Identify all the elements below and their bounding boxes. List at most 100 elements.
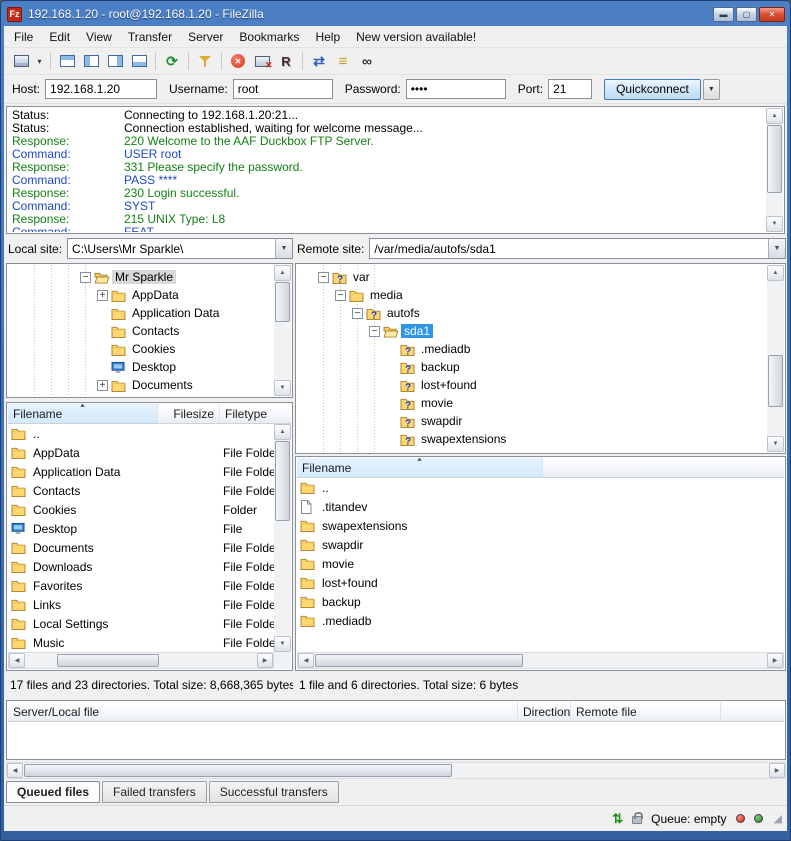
scrollbar-thumb[interactable] [57, 654, 159, 667]
host-input[interactable] [45, 79, 157, 99]
scrollbar-thumb[interactable] [768, 355, 783, 407]
quickconnect-dropdown-button[interactable]: ▼ [703, 79, 720, 100]
reconnect-icon[interactable] [274, 50, 298, 73]
file-row-mediadb[interactable]: .mediadb [297, 611, 784, 630]
file-row-lost-found[interactable]: lost+found [297, 573, 784, 592]
synchronized-browsing-icon[interactable] [331, 50, 355, 73]
local-tree-scrollbar[interactable]: ▲ ▼ [274, 265, 291, 396]
toggle-local-tree-icon[interactable] [79, 50, 103, 73]
column-header-remote-file[interactable]: Remote file [571, 702, 721, 721]
column-header-filename[interactable]: Filename ▲ [8, 404, 158, 423]
scroll-down-icon[interactable]: ▼ [274, 636, 291, 652]
menu-server[interactable]: Server [180, 27, 231, 47]
local-list-hscrollbar[interactable]: ◀ ▶ [8, 652, 274, 669]
file-row-backup[interactable]: backup [297, 592, 784, 611]
title-bar[interactable]: Fz 192.168.1.20 - root@192.168.1.20 - Fi… [4, 3, 787, 25]
tree-item-media[interactable]: −media [297, 286, 767, 304]
scroll-down-icon[interactable]: ▼ [767, 436, 784, 452]
expander-minus-icon[interactable]: − [80, 272, 91, 283]
scroll-right-icon[interactable]: ▶ [767, 653, 783, 668]
scrollbar-thumb[interactable] [315, 654, 523, 667]
file-row-application-data[interactable]: Application DataFile Folder [8, 462, 274, 481]
scroll-right-icon[interactable]: ▶ [257, 653, 273, 668]
file-row-links[interactable]: LinksFile Folder [8, 595, 274, 614]
scrollbar-thumb[interactable] [275, 282, 290, 322]
file-row-documents[interactable]: DocumentsFile Folder [8, 538, 274, 557]
scrollbar-thumb[interactable] [24, 764, 452, 777]
tree-item-var[interactable]: −?var [297, 268, 767, 286]
scroll-up-icon[interactable]: ▲ [274, 424, 291, 440]
resize-grip[interactable]: ◢ [774, 812, 782, 825]
menu-transfer[interactable]: Transfer [120, 27, 180, 47]
tree-item-swapdir[interactable]: ?swapdir [297, 412, 767, 430]
scrollbar-thumb[interactable] [275, 441, 290, 521]
file-row-music[interactable]: MusicFile Folder [8, 633, 274, 652]
file-row-titandev[interactable]: .titandev [297, 497, 784, 516]
file-row-swapextensions[interactable]: swapextensions [297, 516, 784, 535]
file-row-desktop[interactable]: DesktopFile [8, 519, 274, 538]
toggle-remote-tree-icon[interactable] [103, 50, 127, 73]
scroll-left-icon[interactable]: ◀ [298, 653, 314, 668]
local-site-combobox[interactable]: C:\Users\Mr Sparkle\ ▼ [67, 238, 293, 259]
remote-tree-scrollbar[interactable]: ▲ ▼ [767, 265, 784, 452]
file-row-swapdir[interactable]: swapdir [297, 535, 784, 554]
tree-item-desktop[interactable]: Desktop [8, 358, 274, 376]
menu-file[interactable]: File [6, 27, 41, 47]
menu-view[interactable]: View [78, 27, 120, 47]
file-row-movie[interactable]: movie [297, 554, 784, 573]
file-row-favorites[interactable]: FavoritesFile Folder [8, 576, 274, 595]
tree-item-dvd[interactable]: ?dvd [297, 448, 767, 452]
menu-bookmarks[interactable]: Bookmarks [231, 27, 307, 47]
scroll-right-icon[interactable]: ▶ [769, 763, 785, 778]
menu-help[interactable]: Help [307, 27, 348, 47]
expander-minus-icon[interactable]: − [369, 326, 380, 337]
maximize-button[interactable]: ▢ [736, 7, 757, 22]
scroll-down-icon[interactable]: ▼ [766, 216, 783, 232]
expander-minus-icon[interactable]: − [352, 308, 363, 319]
refresh-icon[interactable] [160, 50, 184, 73]
column-header-direction[interactable]: Direction [518, 702, 571, 721]
tree-item-sda1[interactable]: −sda1 [297, 322, 767, 340]
menu-edit[interactable]: Edit [41, 27, 78, 47]
expander-plus-icon[interactable]: + [97, 290, 108, 301]
column-header-filename[interactable]: Filename ▲ [297, 458, 543, 477]
find-files-icon[interactable] [355, 50, 379, 73]
tree-item-movie[interactable]: ?movie [297, 394, 767, 412]
username-input[interactable] [233, 79, 333, 99]
toggle-message-log-icon[interactable] [55, 50, 79, 73]
tree-item-documents[interactable]: +Documents [8, 376, 274, 394]
tree-item-cookies[interactable]: Cookies [8, 340, 274, 358]
tab-failed-transfers[interactable]: Failed transfers [102, 781, 207, 803]
tab-queued-files[interactable]: Queued files [6, 781, 100, 803]
tree-item-appdata[interactable]: +AppData [8, 286, 274, 304]
tree-item-application-data[interactable]: Application Data [8, 304, 274, 322]
scroll-down-icon[interactable]: ▼ [274, 380, 291, 396]
expander-plus-icon[interactable]: + [97, 380, 108, 391]
filter-icon[interactable] [193, 50, 217, 73]
tree-item-lost-found[interactable]: ?lost+found [297, 376, 767, 394]
menu-new-version-available[interactable]: New version available! [348, 27, 484, 47]
minimize-button[interactable]: ▬ [713, 7, 734, 22]
scroll-up-icon[interactable]: ▲ [767, 265, 784, 281]
tab-successful-transfers[interactable]: Successful transfers [209, 781, 339, 803]
port-input[interactable] [548, 79, 592, 99]
toggle-transfer-queue-icon[interactable] [127, 50, 151, 73]
chevron-down-icon[interactable]: ▼ [768, 239, 785, 258]
queue-hscrollbar[interactable]: ◀ ▶ [6, 762, 786, 779]
column-header-filetype[interactable]: Filetype [220, 404, 291, 423]
directory-comparison-icon[interactable] [307, 50, 331, 73]
disconnect-icon[interactable] [250, 50, 274, 73]
file-row-local-settings[interactable]: Local SettingsFile Folder [8, 614, 274, 633]
file-row-up[interactable]: .. [297, 478, 784, 497]
file-row-cookies[interactable]: CookiesFolder [8, 500, 274, 519]
scroll-left-icon[interactable]: ◀ [9, 653, 25, 668]
tree-item-mediadb[interactable]: ?.mediadb [297, 340, 767, 358]
scrollbar-thumb[interactable] [767, 125, 782, 193]
log-scrollbar[interactable]: ▲ ▼ [766, 108, 783, 232]
column-header-server-local-file[interactable]: Server/Local file [8, 702, 518, 721]
tree-item-autofs[interactable]: −?autofs [297, 304, 767, 322]
expander-minus-icon[interactable]: − [335, 290, 346, 301]
file-row-up[interactable]: .. [8, 424, 274, 443]
file-row-appdata[interactable]: AppDataFile Folder [8, 443, 274, 462]
local-list-vscrollbar[interactable]: ▲ ▼ [274, 424, 291, 652]
